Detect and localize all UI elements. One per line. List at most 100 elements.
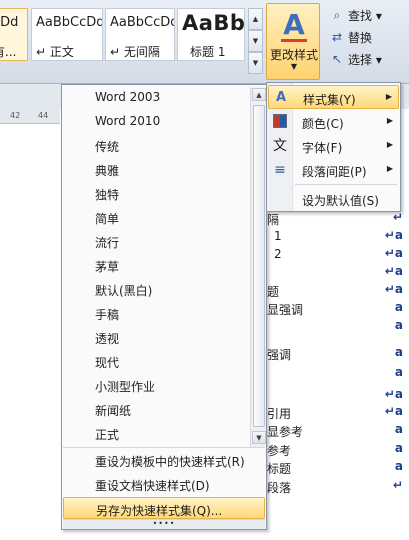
- style-set-item[interactable]: 简单: [63, 205, 249, 229]
- style-label: 标题 1: [190, 45, 226, 59]
- style-row[interactable]: 标题 a: [260, 459, 409, 477]
- style-row[interactable]: 题 ↵a: [260, 282, 409, 300]
- style-set-item[interactable]: 手稿: [63, 301, 249, 325]
- style-set-item[interactable]: Word 2010: [63, 109, 249, 133]
- style-set-menu: Word 2003 Word 2010 传统 典雅 独特 简单 流行 茅草 默认…: [61, 84, 267, 530]
- style-mark: ↵a: [384, 246, 403, 260]
- chevron-right-icon: ▶: [386, 164, 393, 173]
- style-row[interactable]: 显参考 a: [260, 422, 409, 440]
- style-set-item[interactable]: 茅草: [63, 253, 249, 277]
- style-set-item[interactable]: 传统: [63, 133, 249, 157]
- save-as-style-set-button[interactable]: 另存为快速样式集(Q)...: [63, 497, 265, 519]
- ribbon: cDd 有... AaBbCcDd ↵ 正文 AaBbCcDd ↵ 无间隔 Aa…: [0, 0, 409, 84]
- reset-document-styles-button[interactable]: 重设文档快速样式(D): [63, 473, 265, 495]
- gallery-down-button[interactable]: ▼: [248, 30, 263, 52]
- style-mark: ↵a: [384, 264, 403, 278]
- style-sample: AaBbCcDd: [36, 15, 103, 30]
- resize-grip[interactable]: ••••: [63, 519, 265, 529]
- style-set-item[interactable]: 独特: [63, 181, 249, 205]
- style-row[interactable]: 引用 ↵a: [260, 404, 409, 422]
- scroll-thumb[interactable]: [253, 105, 265, 427]
- style-set-item[interactable]: 正式: [63, 421, 249, 445]
- change-styles-menu: A 样式集(Y) ▶ 颜色(C) ▶ 文 字体(F) ▶ ≡ 段落间距(P) ▶…: [266, 82, 401, 212]
- quick-style-tile-heading-1[interactable]: AaBb 标题 1: [177, 8, 245, 61]
- style-row[interactable]: a: [260, 365, 409, 383]
- style-mark: ↵a: [384, 404, 403, 418]
- gallery-scroll: ▲ ▼ ▼: [248, 8, 263, 74]
- colors-menu-item[interactable]: 颜色(C) ▶: [268, 110, 399, 134]
- style-set-item[interactable]: 新闻纸: [63, 397, 249, 421]
- style-sample: AaBb: [182, 11, 245, 35]
- reset-to-template-button[interactable]: 重设为模板中的快速样式(R): [63, 449, 265, 471]
- select-icon: ↖: [331, 52, 343, 66]
- quick-style-tile-normal[interactable]: AaBbCcDd ↵ 正文: [31, 8, 103, 61]
- colors-icon: [272, 114, 288, 130]
- style-label: 有...: [0, 45, 17, 59]
- chevron-right-icon: ▶: [386, 140, 393, 149]
- paragraph-spacing-icon: ≡: [274, 162, 286, 178]
- select-button[interactable]: ↖ 选择 ▾: [330, 48, 408, 70]
- style-label: ↵ 无间隔: [110, 45, 160, 59]
- style-row[interactable]: ↵a: [260, 264, 409, 282]
- style-set-item[interactable]: 现代: [63, 349, 249, 373]
- replace-label: 替换: [348, 30, 373, 45]
- style-row[interactable]: 段落 ↵: [260, 478, 409, 496]
- style-mark: a: [394, 300, 403, 314]
- style-set-menu-item[interactable]: A 样式集(Y) ▶: [268, 85, 399, 109]
- chevron-down-icon: ▼: [290, 62, 298, 71]
- find-button[interactable]: ⌕ 查找 ▾: [330, 4, 408, 26]
- style-mark: a: [394, 345, 403, 359]
- style-row[interactable]: 1 ↵a: [260, 228, 409, 246]
- change-styles-underline: [281, 39, 307, 42]
- style-mark: ↵a: [384, 228, 403, 242]
- style-set-item[interactable]: Word 2003: [63, 85, 249, 109]
- style-row[interactable]: 隔 ↵: [260, 210, 409, 228]
- style-set-item[interactable]: 默认(黑白): [63, 277, 249, 301]
- select-label: 选择 ▾: [348, 52, 382, 67]
- change-styles-label: 更改样式: [269, 48, 318, 62]
- editing-group: ⌕ 查找 ▾ ⇄ 替换 ↖ 选择 ▾: [330, 4, 408, 70]
- find-icon: ⌕: [333, 7, 341, 22]
- style-mark: a: [394, 422, 403, 436]
- style-row[interactable]: a: [260, 318, 409, 336]
- style-mark: ↵: [392, 478, 403, 492]
- set-as-default-menu-item[interactable]: 设为默认值(S): [268, 187, 399, 211]
- paragraph-spacing-menu-item[interactable]: ≡ 段落间距(P) ▶: [268, 158, 399, 182]
- style-mark: a: [394, 365, 403, 379]
- change-styles-button[interactable]: A 更改样式 ▼: [266, 3, 320, 80]
- style-sample: AaBbCcDd: [110, 15, 175, 30]
- replace-button[interactable]: ⇄ 替换: [330, 26, 408, 48]
- style-set-item[interactable]: 流行: [63, 229, 249, 253]
- fonts-menu-item[interactable]: 文 字体(F) ▶: [268, 134, 399, 158]
- style-row[interactable]: 显强调 a: [260, 300, 409, 318]
- fonts-icon: 文: [273, 138, 287, 154]
- horizontal-ruler: 42 44: [0, 109, 60, 124]
- scroll-down-button[interactable]: ▼: [252, 431, 266, 444]
- style-label: ↵ 正文: [36, 45, 74, 59]
- menu-scrollbar[interactable]: ▲ ▼: [250, 87, 266, 447]
- style-mark: ↵a: [384, 282, 403, 296]
- style-set-item[interactable]: 典雅: [63, 157, 249, 181]
- style-row[interactable]: 2 ↵a: [260, 246, 409, 264]
- style-row[interactable]: 强调 a: [260, 345, 409, 363]
- scroll-up-button[interactable]: ▲: [252, 88, 266, 101]
- style-row[interactable]: ↵a: [260, 387, 409, 405]
- ruler-tick: 42: [10, 111, 21, 120]
- gallery-up-button[interactable]: ▲: [248, 8, 263, 30]
- menu-divider: [63, 447, 265, 448]
- style-set-item[interactable]: 透视: [63, 325, 249, 349]
- chevron-right-icon: ▶: [385, 92, 392, 101]
- quick-style-tile-no-spacing[interactable]: AaBbCcDd ↵ 无间隔: [105, 8, 175, 61]
- style-set-item[interactable]: 小测型作业: [63, 373, 249, 397]
- style-row[interactable]: 参考 a: [260, 441, 409, 459]
- ruler-tick: 44: [38, 111, 49, 120]
- style-mark: ↵a: [384, 387, 403, 401]
- replace-icon: ⇄: [331, 30, 343, 44]
- gallery-more-button[interactable]: ▼: [248, 52, 263, 74]
- style-mark: ↵: [392, 210, 403, 224]
- quick-style-tile-1[interactable]: cDd 有...: [0, 8, 28, 61]
- menu-divider: [295, 184, 397, 185]
- style-mark: a: [394, 459, 403, 473]
- style-mark: a: [394, 441, 403, 455]
- chevron-right-icon: ▶: [386, 116, 393, 125]
